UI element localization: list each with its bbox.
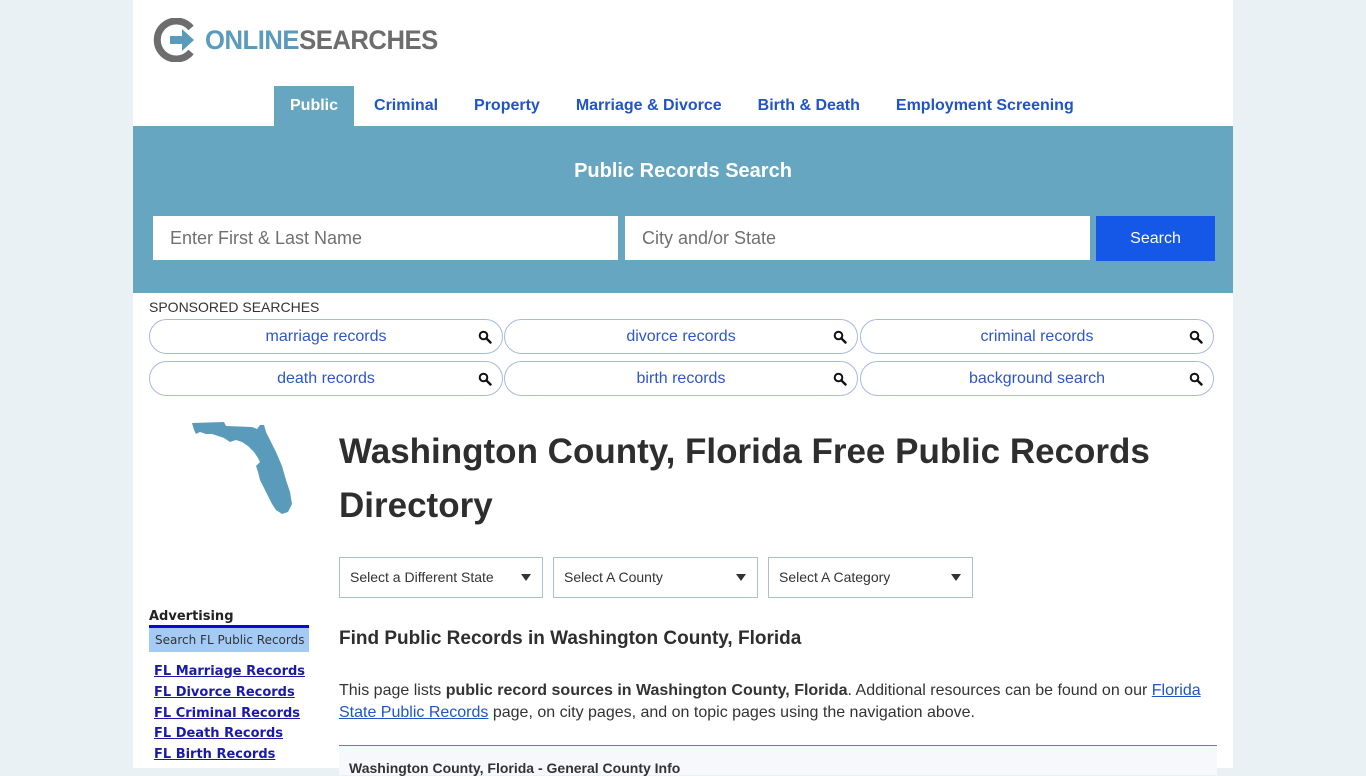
nav-marriage-divorce[interactable]: Marriage & Divorce <box>560 86 738 126</box>
page-title: Washington County, Florida Free Public R… <box>339 432 1150 525</box>
pill-label: birth records <box>636 370 726 387</box>
nav-criminal[interactable]: Criminal <box>358 86 454 126</box>
pill-label: background search <box>968 370 1106 387</box>
general-county-info-box: Washington County, Florida - General Cou… <box>339 745 1217 776</box>
sponsored-label: SPONSORED SEARCHES <box>149 299 320 315</box>
search-icon <box>833 372 847 386</box>
info-box-title: Washington County, Florida - General Cou… <box>349 760 681 776</box>
intro-text-before: This page lists <box>339 682 446 699</box>
intro-text-middle: . Additional resources can be found on o… <box>847 682 1152 699</box>
logo-text: ONLINESEARCHES <box>205 25 438 56</box>
pill-label: divorce records <box>626 328 736 345</box>
site-logo[interactable]: ONLINESEARCHES <box>153 18 450 62</box>
search-fl-public-records-box[interactable]: Search FL Public Records <box>149 625 309 652</box>
sidebar-link-marriage[interactable]: FL Marriage Records <box>154 662 305 683</box>
nav-birth-death[interactable]: Birth & Death <box>742 86 876 126</box>
sponsored-marriage-records[interactable]: marriage records <box>149 319 503 354</box>
logo-icon <box>153 18 194 62</box>
state-select-value: Select a Different State <box>350 569 494 585</box>
main-nav: Public Criminal Property Marriage & Divo… <box>274 86 1094 126</box>
chevron-down-icon <box>951 574 961 581</box>
sponsored-birth-records[interactable]: birth records <box>504 361 858 396</box>
page-container: ONLINESEARCHES Public Criminal Property … <box>133 0 1233 776</box>
hero-title: Public Records Search <box>574 160 792 182</box>
search-icon <box>1189 372 1203 386</box>
intro-text-after: page, on city pages, and on topic pages … <box>488 704 975 721</box>
search-hero: Public Records Search Search <box>133 126 1233 293</box>
sponsored-criminal-records[interactable]: criminal records <box>860 319 1214 354</box>
sidebar-link-criminal[interactable]: FL Criminal Records <box>154 704 305 725</box>
search-icon <box>478 372 492 386</box>
logo-online: ONLINE <box>205 24 300 55</box>
sidebar-link-birth[interactable]: FL Birth Records <box>154 745 305 766</box>
advertising-title: Advertising <box>149 609 234 624</box>
intro-bold: public record sources in Washington Coun… <box>445 682 848 699</box>
pill-label: marriage records <box>265 328 387 345</box>
intro-paragraph: This page lists public record sources in… <box>339 680 1219 724</box>
name-input[interactable] <box>153 216 618 260</box>
search-icon <box>478 330 492 344</box>
county-select-value: Select A County <box>564 569 663 585</box>
sponsored-death-records[interactable]: death records <box>149 361 503 396</box>
logo-searches: SEARCHES <box>299 24 438 55</box>
state-select[interactable]: Select a Different State <box>339 557 543 598</box>
sidebar-link-death[interactable]: FL Death Records <box>154 724 305 745</box>
category-select-value: Select A Category <box>779 569 891 585</box>
pill-label: criminal records <box>980 328 1094 345</box>
florida-map-icon <box>192 422 292 514</box>
sponsored-background-search[interactable]: background search <box>860 361 1214 396</box>
nav-property[interactable]: Property <box>458 86 556 126</box>
sidebar-link-divorce[interactable]: FL Divorce Records <box>154 683 305 704</box>
county-select[interactable]: Select A County <box>553 557 758 598</box>
search-button[interactable]: Search <box>1096 216 1215 261</box>
sidebar-links: FL Marriage Records FL Divorce Records F… <box>154 662 305 766</box>
nav-public[interactable]: Public <box>274 86 355 126</box>
category-select[interactable]: Select A Category <box>768 557 973 598</box>
search-icon <box>833 330 847 344</box>
pill-label: death records <box>277 370 375 387</box>
city-state-input[interactable] <box>625 216 1090 260</box>
sponsored-divorce-records[interactable]: divorce records <box>504 319 858 354</box>
nav-employment-screening[interactable]: Employment Screening <box>880 86 1090 126</box>
chevron-down-icon <box>521 574 531 581</box>
chevron-down-icon <box>736 574 746 581</box>
section-title: Find Public Records in Washington County… <box>339 628 802 649</box>
search-icon <box>1189 330 1203 344</box>
